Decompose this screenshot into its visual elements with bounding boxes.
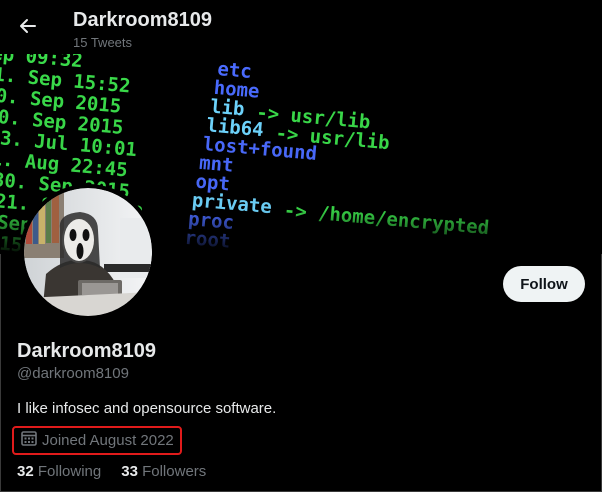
followers-link[interactable]: 33 Followers [121,463,206,480]
followers-count: 33 [121,463,138,480]
avatar[interactable] [20,184,156,320]
calendar-icon [20,429,38,452]
username-handle: @darkroom8109 [17,365,129,382]
following-label: Following [37,463,102,480]
profile-bio: I like infosec and opensource software. [17,400,277,417]
joined-date-highlight: Joined August 2022 [12,426,182,455]
arrow-left-icon [18,16,38,41]
following-count: 32 [17,463,34,480]
joined-date: Joined August 2022 [42,432,174,449]
tweet-count: 15 Tweets [73,35,133,50]
profile-header: Darkroom8109 15 Tweets [0,0,602,54]
display-name: Darkroom8109 [17,340,156,362]
follow-stats: 32 Following 33 Followers [17,463,206,480]
followers-label: Followers [142,463,207,480]
back-button[interactable] [12,12,44,44]
follow-button[interactable]: Follow [503,266,585,302]
header-title: Darkroom8109 [73,9,212,31]
following-link[interactable]: 32 Following [17,463,101,480]
